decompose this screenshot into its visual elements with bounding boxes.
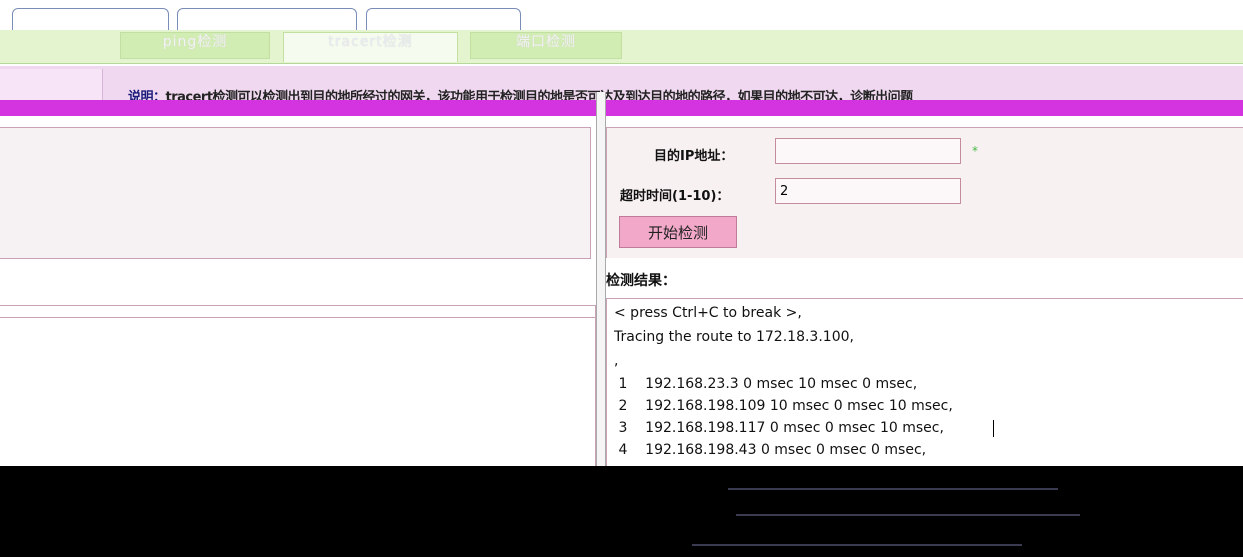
- timeout-label: 超时时间(1-10)：: [620, 189, 730, 204]
- redacted-area: [0, 466, 1243, 557]
- redaction-noise: [692, 544, 1022, 546]
- right-highlight-bar: [604, 100, 1243, 116]
- instruction-body: tracert检测可以检测出到目的地所经过的网关，该功能用于检测目的地是否可达及…: [165, 90, 914, 100]
- start-detection-button[interactable]: 开始检测: [619, 216, 737, 248]
- redaction-noise: [736, 514, 1080, 516]
- left-highlight-bar: [0, 100, 596, 116]
- dest-ip-input[interactable]: [775, 138, 961, 164]
- tab-ping[interactable]: ping检测: [120, 32, 270, 59]
- tab-tracert[interactable]: tracert检测: [283, 32, 458, 62]
- result-label: 检测结果：: [606, 273, 676, 289]
- left-divider: [0, 317, 596, 318]
- timeout-input[interactable]: [775, 178, 961, 204]
- left-bottom-panel: [0, 305, 596, 472]
- dest-ip-label: 目的IP地址：: [654, 149, 734, 164]
- panel-splitter[interactable]: [596, 92, 606, 468]
- result-line: < press Ctrl+C to break >,: [614, 305, 802, 321]
- tab-port[interactable]: 端口检测: [470, 32, 622, 59]
- left-top-panel: [0, 127, 591, 259]
- tab-port-label: 端口检测: [516, 34, 576, 50]
- tab-ping-label: ping检测: [162, 34, 228, 50]
- result-line: ,: [614, 353, 619, 369]
- required-mark: *: [972, 144, 978, 158]
- instruction-label: 说明：: [128, 90, 166, 100]
- result-line: 3 192.168.198.117 0 msec 0 msec 10 msec,: [614, 420, 944, 436]
- result-line: 1 192.168.23.3 0 msec 10 msec 0 msec,: [614, 376, 918, 392]
- redaction-noise: [728, 488, 1058, 490]
- result-line: 4 192.168.198.43 0 msec 0 msec 0 msec,: [614, 442, 927, 458]
- tool-tab-bar: ping检测 tracert检测 端口检测: [0, 30, 1243, 64]
- text-cursor: [993, 420, 994, 437]
- result-line: 2 192.168.198.109 10 msec 0 msec 10 msec…: [614, 398, 953, 414]
- tab-tracert-label: tracert检测: [328, 34, 413, 50]
- result-line: Tracing the route to 172.18.3.100,: [614, 329, 854, 345]
- instruction-text: 说明：tracert检测可以检测出到目的地所经过的网关，该功能用于检测目的地是否…: [0, 86, 1243, 100]
